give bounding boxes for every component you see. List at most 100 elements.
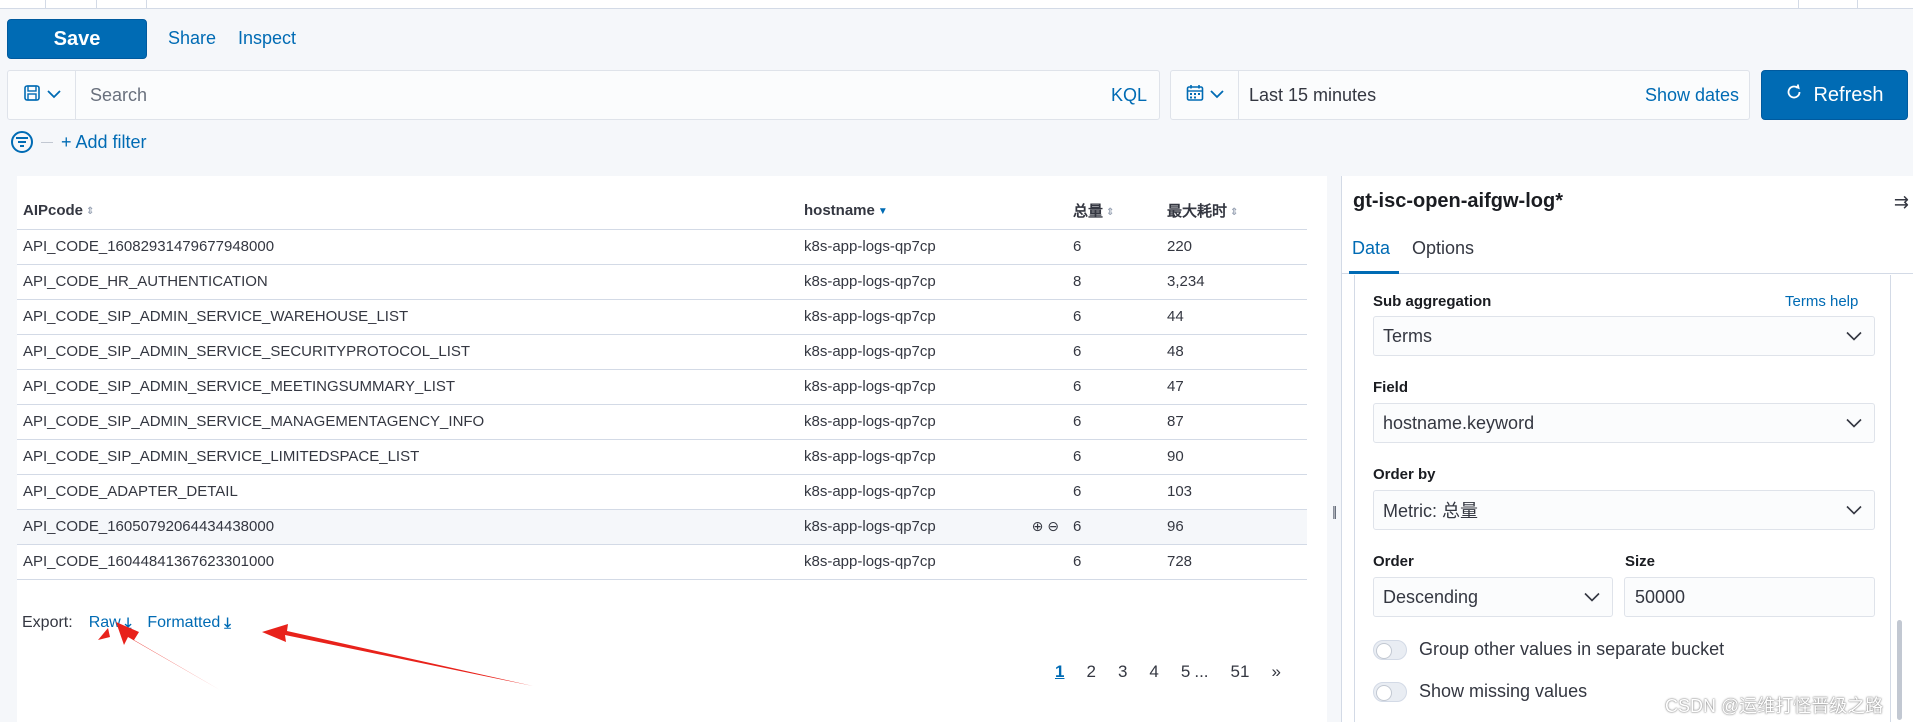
cell-aipcode: API_CODE_16044841367623301000 xyxy=(17,544,798,580)
search-input[interactable]: Search xyxy=(76,85,1111,106)
cell-aipcode: API_CODE_SIP_ADMIN_SERVICE_WAREHOUSE_LIS… xyxy=(17,299,798,335)
order-select[interactable]: Descending xyxy=(1373,577,1613,617)
column-header-aipcode[interactable]: AIPcode ⇕ xyxy=(17,193,798,230)
collapse-sidebar-icon[interactable]: ⇉ xyxy=(1894,192,1909,213)
sub-aggregation-select[interactable]: Terms xyxy=(1373,316,1875,356)
chevron-down-icon xyxy=(1846,505,1862,515)
show-missing-row: Show missing values xyxy=(1373,681,1587,702)
cell-aipcode: API_CODE_HR_AUTHENTICATION xyxy=(17,264,798,300)
time-range-label[interactable]: Last 15 minutes xyxy=(1239,85,1645,106)
share-link[interactable]: Share xyxy=(168,28,216,49)
size-label: Size xyxy=(1625,553,1656,570)
table-row: API_CODE_HR_AUTHENTICATION k8s-app-logs-… xyxy=(17,264,1307,300)
group-other-label: Group other values in separate bucket xyxy=(1419,639,1725,659)
cell-aipcode: API_CODE_16050792064434438000 xyxy=(17,509,798,545)
field-label: Field xyxy=(1373,379,1409,396)
cell-total: 6 xyxy=(1067,369,1161,405)
cell-total: 6 xyxy=(1067,299,1161,335)
query-language-button[interactable]: KQL xyxy=(1111,85,1159,106)
sub-aggregation-label: Sub aggregation xyxy=(1373,293,1492,310)
cell-max-duration: 3,234 xyxy=(1161,264,1307,300)
show-missing-label: Show missing values xyxy=(1419,681,1588,701)
cell-hostname: k8s-app-logs-qp7cp xyxy=(798,369,1067,405)
inspect-link[interactable]: Inspect xyxy=(238,28,296,49)
index-pattern-title: gt-isc-open-aifgw-log* xyxy=(1353,190,1563,212)
sub-aggregation-value: Terms xyxy=(1383,325,1432,346)
cell-max-duration: 44 xyxy=(1161,299,1307,335)
pagination: 1 2 3 4 5 ... 51 » xyxy=(1055,662,1281,682)
export-raw-label: Raw xyxy=(88,614,121,631)
field-select[interactable]: hostname.keyword xyxy=(1373,403,1875,443)
cell-max-duration: 47 xyxy=(1161,369,1307,405)
column-header-max-duration[interactable]: 最大耗时 ⇕ xyxy=(1161,193,1307,230)
active-tab-indicator xyxy=(1349,271,1399,274)
page-3-link[interactable]: 3 xyxy=(1118,662,1127,682)
table-row: API_CODE_SIP_ADMIN_SERVICE_MEETINGSUMMAR… xyxy=(17,369,1307,405)
page-5-link[interactable]: 5 xyxy=(1181,662,1190,682)
size-input[interactable]: 50000 xyxy=(1624,577,1875,617)
refresh-icon xyxy=(1785,83,1803,107)
cell-hostname: k8s-app-logs-qp7cp xyxy=(798,229,1067,265)
scrollbar[interactable] xyxy=(1897,620,1902,720)
table-row: API_CODE_ADAPTER_DETAIL k8s-app-logs-qp7… xyxy=(17,474,1307,510)
filter-bar: + Add filter xyxy=(11,131,147,153)
group-other-toggle[interactable] xyxy=(1373,639,1407,660)
page-2-link[interactable]: 2 xyxy=(1086,662,1095,682)
order-by-select[interactable]: Metric: 总量 xyxy=(1373,490,1875,530)
tab-data[interactable]: Data xyxy=(1352,238,1390,259)
chevron-down-icon xyxy=(1846,331,1862,341)
page-4-link[interactable]: 4 xyxy=(1149,662,1158,682)
top-strip xyxy=(0,0,1913,9)
editor-sidebar: gt-isc-open-aifgw-log* ⇉ Data Options Su… xyxy=(1341,176,1913,722)
cell-max-duration: 87 xyxy=(1161,404,1307,440)
cell-total: 8 xyxy=(1067,264,1161,300)
table-row: API_CODE_SIP_ADMIN_SERVICE_WAREHOUSE_LIS… xyxy=(17,299,1307,335)
terms-help-link[interactable]: Terms help xyxy=(1785,293,1858,310)
next-page-link[interactable]: » xyxy=(1271,662,1280,682)
table-row: API_CODE_SIP_ADMIN_SERVICE_LIMITEDSPACE_… xyxy=(17,439,1307,475)
page-1-link[interactable]: 1 xyxy=(1055,662,1064,682)
refresh-button[interactable]: Refresh xyxy=(1761,70,1908,120)
show-missing-toggle[interactable] xyxy=(1373,681,1407,702)
filter-for-value-icon[interactable]: ⊕ xyxy=(1032,518,1044,534)
table-header-row: AIPcode ⇕ hostname ▼ 总量 ⇕ 最大耗时 ⇕ xyxy=(17,193,1307,230)
tab-options[interactable]: Options xyxy=(1412,238,1474,259)
quick-menu-button[interactable] xyxy=(1171,71,1239,119)
table-row: API_CODE_16050792064434438000 k8s-app-lo… xyxy=(17,509,1307,545)
add-filter-button[interactable]: + Add filter xyxy=(61,132,147,153)
cell-hostname: k8s-app-logs-qp7cp xyxy=(798,439,1067,475)
column-header-total[interactable]: 总量 ⇕ xyxy=(1067,193,1161,230)
save-button[interactable]: Save xyxy=(7,19,147,59)
filter-icon[interactable] xyxy=(11,131,33,153)
cell-total: 6 xyxy=(1067,544,1161,580)
page-last-link[interactable]: 51 xyxy=(1231,662,1250,682)
column-header-hostname[interactable]: hostname ▼ xyxy=(798,193,1067,230)
chevron-down-icon xyxy=(1209,86,1224,104)
data-table: AIPcode ⇕ hostname ▼ 总量 ⇕ 最大耗时 ⇕ API_CODE_16… xyxy=(17,193,1307,580)
cell-total: 6 xyxy=(1067,334,1161,370)
query-bar: Search KQL xyxy=(7,70,1160,120)
cell-hostname: k8s-app-logs-qp7cp xyxy=(798,404,1067,440)
cell-total: 6 xyxy=(1067,509,1161,545)
chevron-down-icon xyxy=(1846,418,1862,428)
filter-out-value-icon[interactable]: ⊖ xyxy=(1047,518,1059,534)
show-dates-link[interactable]: Show dates xyxy=(1645,85,1749,106)
export-raw-link[interactable]: Raw ⤓ xyxy=(89,614,132,632)
saved-query-button[interactable] xyxy=(8,71,76,119)
resize-handle[interactable]: || xyxy=(1332,503,1337,519)
sidebar-tabs: Data Options xyxy=(1342,224,1913,274)
cell-max-duration: 728 xyxy=(1161,544,1307,580)
export-formatted-link[interactable]: Formatted ⤓ xyxy=(147,614,231,632)
cell-total: 6 xyxy=(1067,474,1161,510)
cell-hostname: k8s-app-logs-qp7cp ⊕ ⊖ xyxy=(798,509,1067,545)
calendar-icon xyxy=(1186,84,1204,107)
cell-aipcode: API_CODE_SIP_ADMIN_SERVICE_SECURITYPROTO… xyxy=(17,334,798,370)
table-row: API_CODE_16082931479677948000 k8s-app-lo… xyxy=(17,229,1307,265)
cell-max-duration: 96 xyxy=(1161,509,1307,545)
sort-icon: ⇕ xyxy=(86,205,95,217)
save-icon xyxy=(23,84,41,107)
cell-aipcode: API_CODE_16082931479677948000 xyxy=(17,229,798,265)
order-by-value: Metric: 总量 xyxy=(1383,501,1479,521)
watermark: CSDN @运维打怪晋级之路 xyxy=(1665,696,1884,716)
cell-hostname: k8s-app-logs-qp7cp xyxy=(798,299,1067,335)
